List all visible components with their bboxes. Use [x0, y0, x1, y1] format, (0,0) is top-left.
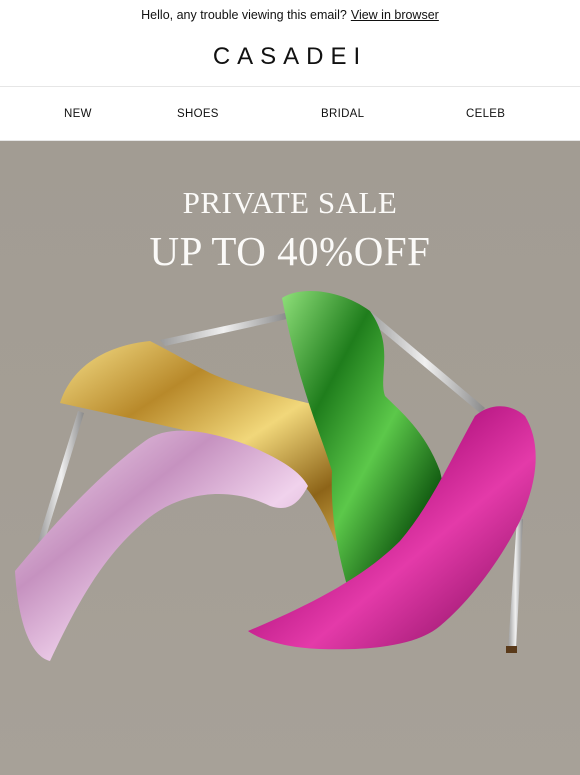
- nav-item-shoes[interactable]: SHOES: [177, 108, 219, 120]
- main-nav: NEW SHOES BRIDAL CELEB: [0, 87, 580, 141]
- brand-logo[interactable]: CASADEI: [213, 43, 367, 71]
- hero-banner[interactable]: PRIVATE SALE UP TO 40%OFF: [0, 141, 580, 775]
- header: CASADEI: [0, 28, 580, 87]
- preheader: Hello, any trouble viewing this email? V…: [0, 0, 580, 28]
- nav-item-celeb[interactable]: CELEB: [466, 108, 505, 120]
- view-in-browser-link[interactable]: View in browser: [351, 8, 439, 22]
- nav-item-bridal[interactable]: BRIDAL: [321, 108, 364, 120]
- preheader-text: Hello, any trouble viewing this email?: [141, 8, 347, 22]
- hero-kicker: PRIVATE SALE: [182, 185, 398, 220]
- nav-item-new[interactable]: NEW: [64, 108, 92, 120]
- hero-headline: UP TO 40%OFF: [149, 228, 431, 274]
